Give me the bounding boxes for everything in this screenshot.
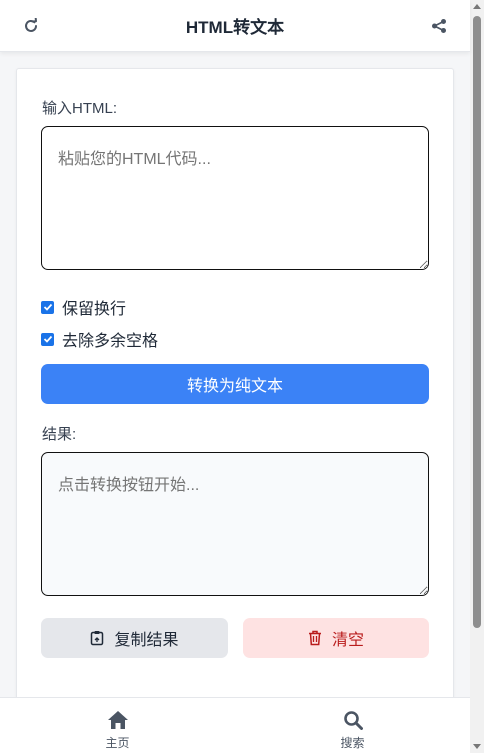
scrollbar[interactable]: [470, 0, 484, 753]
checkmark-icon: [43, 303, 52, 311]
result-output[interactable]: [41, 452, 429, 596]
nav-label-search: 搜索: [340, 736, 365, 750]
result-label: 结果:: [42, 426, 77, 443]
refresh-icon: [25, 17, 37, 32]
refresh-button[interactable]: [20, 15, 42, 37]
checkmark-icon: [43, 335, 52, 343]
clear-button[interactable]: 清空: [243, 618, 429, 658]
copy-result-button[interactable]: 复制结果: [41, 618, 228, 658]
search-icon: [343, 711, 363, 730]
share-button[interactable]: [428, 15, 450, 37]
trim-spaces-checkbox[interactable]: [41, 332, 54, 346]
clipboard-icon: [91, 631, 104, 646]
nav-label-home: 主页: [105, 736, 130, 750]
bottom-nav: 主页 搜索: [0, 697, 470, 753]
clear-label: 清空: [331, 632, 364, 649]
nav-item-home[interactable]: 主页: [0, 698, 235, 753]
input-label: 输入HTML:: [42, 100, 118, 117]
trim-spaces-label: 去除多余空格: [62, 333, 159, 350]
keep-linebreaks-label: 保留换行: [62, 301, 127, 318]
trash-icon: [308, 630, 321, 646]
home-icon: [107, 711, 128, 729]
convert-button[interactable]: 转换为纯文本: [41, 364, 429, 404]
copy-result-label: 复制结果: [114, 632, 179, 649]
nav-item-search[interactable]: 搜索: [235, 698, 470, 753]
scroll-down-arrow-icon[interactable]: [473, 744, 481, 749]
keep-linebreaks-checkbox[interactable]: [41, 300, 54, 314]
app-header: HTML转文本: [0, 0, 470, 52]
scroll-up-arrow-icon[interactable]: [473, 4, 481, 9]
page-title: HTML转文本: [185, 18, 285, 37]
trim-spaces-option[interactable]: 去除多余空格: [41, 327, 158, 351]
share-icon: [432, 18, 446, 33]
converter-card: 输入HTML: 保留换行 去除多余空格 转换为纯文本 结果: 复制结果: [16, 68, 454, 708]
scrollbar-thumb[interactable]: [473, 16, 481, 628]
keep-linebreaks-option[interactable]: 保留换行: [41, 295, 126, 319]
html-input[interactable]: [41, 126, 429, 270]
